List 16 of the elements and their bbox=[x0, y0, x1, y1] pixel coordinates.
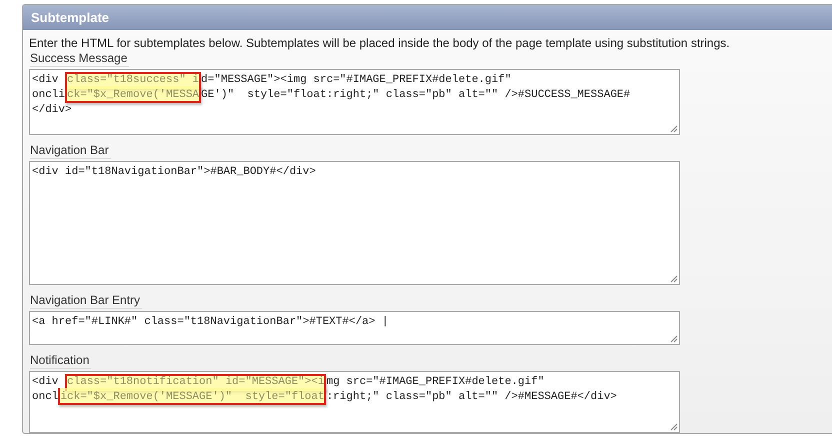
field-label: Success Message bbox=[30, 51, 130, 67]
intro-text: Enter the HTML for subtemplates below. Subtemplates will be placed inside the body of the page template using substitution strings. bbox=[29, 36, 731, 50]
highlight-mark: ck="$x_Remove('MESSA bbox=[65, 86, 202, 103]
resize-grip-icon[interactable] bbox=[670, 275, 678, 283]
code-field[interactable]: <div id="t18NavigationBar">#BAR_BODY#</div> bbox=[29, 161, 680, 285]
field-label: Notification bbox=[30, 353, 92, 369]
resize-grip-icon[interactable] bbox=[670, 125, 678, 133]
code-field[interactable]: <div class="t18notification" id="MESSAGE"><i mg src="#IMAGE_PREFIX#delete.gif" oncl ick="$x_Remove('MESSAGE')" style="float :right;" class="pb" alt="" />#MESSAGE#</div> bbox=[29, 371, 680, 433]
resize-grip-icon[interactable] bbox=[670, 423, 678, 431]
code-field[interactable]: <a href="#LINK#" class="t18NavigationBar">#TEXT#</a> | bbox=[29, 311, 680, 345]
highlight-mark: ick="$x_Remove('MESSAGE')" style="float bbox=[58, 388, 326, 405]
code-field[interactable]: <div class="t18success" i d="MESSAGE"><img src="#IMAGE_PREFIX#delete.gif" oncli ck="$x_Remove('MESSA GE')" style="float:right;" class="pb" alt="" />#SUCCESS_MESSAGE# </div> bbox=[29, 69, 680, 135]
field-label: Navigation Bar bbox=[30, 143, 111, 159]
panel-header: Subtemplate bbox=[23, 5, 832, 30]
field-label: Navigation Bar Entry bbox=[30, 293, 142, 309]
resize-grip-icon[interactable] bbox=[670, 335, 678, 343]
